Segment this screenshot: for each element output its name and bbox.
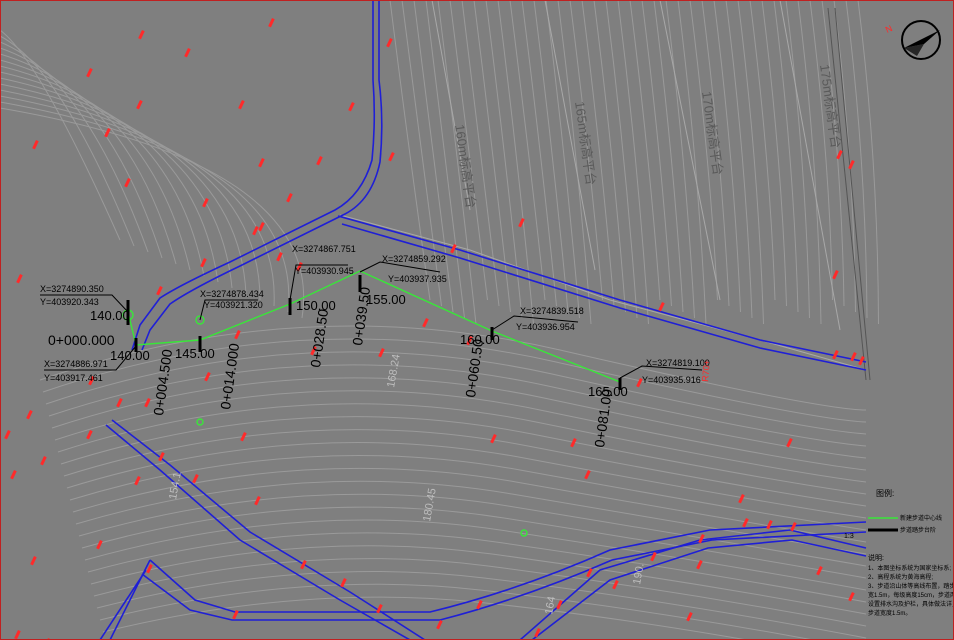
map-canvas[interactable]: 160m标高平台 165m标高平台 170m标高平台 175m标高平台 168.… (0, 0, 954, 640)
legend-item-1: 步道踏步台阶 (900, 526, 936, 534)
red-side-note: R70+ (700, 360, 712, 383)
station-2-chainage: 0+014.000 (217, 342, 242, 410)
station-4-y: Y=403937.935 (388, 274, 447, 284)
notes-line-1: 2、高程系统为黄海高程; (868, 573, 933, 581)
station-4: X=3274859.292 Y=403937.935 155.00 0+039.… (349, 254, 447, 346)
station-2-elevation: 145.00 (175, 346, 215, 361)
notes-line-3: 宽1.5m，每级高度15cm，步道两侧 (868, 591, 954, 599)
platform-label-175: 175m标高平台 (817, 63, 844, 149)
station-1-elevation: 140.00 (110, 348, 150, 363)
notes-line-0: 1、本图坐标系统为国家坐标系; (868, 564, 951, 572)
survey-markers (4, 18, 865, 640)
notes-line-5: 步道宽度1.5m。 (868, 609, 911, 617)
spot-height-180: 180.45 (421, 487, 439, 522)
station-1-chainage: 0+004.500 (150, 348, 175, 416)
notes-panel: 说明: 1、本图坐标系统为国家坐标系; 2、高程系统为黄海高程; 3、步道沿山体… (868, 553, 954, 617)
station-4-chainage: 0+039.50 (349, 286, 373, 347)
spot-height-168: 168.24 (385, 353, 403, 388)
station-annotations: X=3274890.350 Y=403920.343 140.00 0+000.… (40, 244, 710, 448)
notes-line-2: 3、步道沿山体等高线布置，踏步台阶 (868, 582, 954, 590)
station-0-elevation: 140.00 (90, 308, 130, 323)
station-3-chainage: 0+028.50 (307, 308, 331, 369)
station-6-y: Y=403935.916 (642, 375, 701, 385)
station-2-x: X=3274878.434 (200, 289, 264, 299)
road-lines (99, 0, 867, 640)
platform-label-160: 160m标高平台 (452, 123, 479, 209)
station-3-x: X=3274867.751 (292, 244, 356, 254)
spot-height-190: 190. (631, 562, 647, 585)
platform-labels: 160m标高平台 165m标高平台 170m标高平台 175m标高平台 (452, 63, 844, 209)
station-0-y: Y=403920.343 (40, 297, 99, 307)
station-0-x: X=3274890.350 (40, 284, 104, 294)
platform-label-165: 165m标高平台 (572, 100, 599, 186)
spot-height-154: 154.1 (167, 471, 184, 500)
station-5-x: X=3274839.518 (520, 306, 584, 316)
station-5: X=3274839.518 Y=403936.954 160.00 0+060.… (460, 306, 584, 398)
station-1-x: X=3274886.971 (44, 359, 108, 369)
platform-outlines (339, 0, 871, 381)
station-0: X=3274890.350 Y=403920.343 140.00 0+000.… (40, 284, 130, 348)
station-0-chainage: 0+000.000 (48, 332, 115, 348)
legend-item-0: 新建步道中心线 (900, 514, 942, 522)
scale-label: 1:3 (844, 533, 854, 540)
site-plan-drawing: 160m标高平台 165m标高平台 170m标高平台 175m标高平台 168.… (0, 0, 954, 640)
station-6: X=3274819.100 Y=403935.916 165.00 0+081.… (588, 358, 710, 448)
platform-label-170: 170m标高平台 (699, 90, 726, 176)
station-3-y: Y=403930.945 (295, 266, 354, 276)
notes-title: 说明: (868, 553, 884, 562)
spot-height-164: 164 (543, 595, 558, 615)
legend-title: 图例: (876, 488, 894, 498)
station-6-x: X=3274819.100 (646, 358, 710, 368)
station-2: X=3274878.434 Y=403921.320 145.00 0+014.… (175, 289, 264, 410)
road-bottom-c (519, 529, 867, 640)
station-5-y: Y=403936.954 (516, 322, 575, 332)
station-1-y: Y=403917.461 (44, 373, 103, 383)
north-label: N (884, 23, 894, 35)
station-4-x: X=3274859.292 (382, 254, 446, 264)
station-1: X=3274886.971 Y=403917.461 140.00 0+004.… (44, 345, 175, 416)
north-arrow[interactable]: N (884, 20, 941, 60)
station-2-y: Y=403921.320 (204, 300, 263, 310)
notes-line-4: 设置排水沟及护栏，具体做法详见大样图， (868, 600, 954, 608)
